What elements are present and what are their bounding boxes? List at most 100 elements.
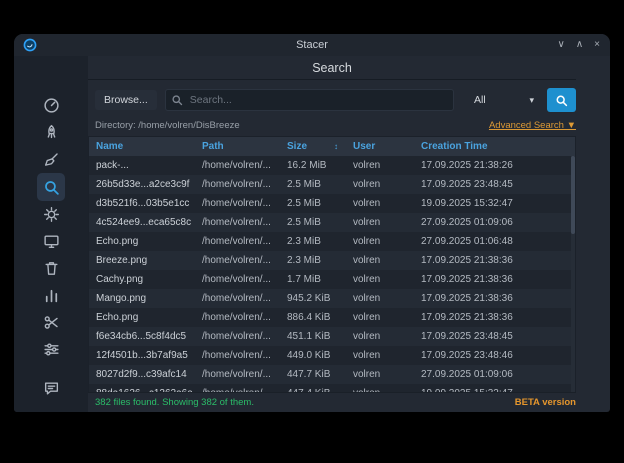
advanced-search-link[interactable]: Advanced Search ▼ — [489, 120, 576, 131]
cell-path: /home/volren/... — [195, 179, 280, 190]
cell-user: volren — [346, 236, 414, 247]
cell-creation-time: 17.09.2025 21:38:36 — [414, 255, 575, 266]
sliders-icon — [43, 341, 60, 358]
table-row[interactable]: Echo.png /home/volren/... 2.3 MiB volren… — [89, 232, 575, 251]
content-area: Search Browse... All ▾ — [88, 56, 610, 412]
search-input-icon — [171, 94, 183, 106]
table-row[interactable]: Echo.png /home/volren/... 886.4 KiB volr… — [89, 308, 575, 327]
cell-name: 88da1626...c1262a6a — [89, 388, 195, 392]
column-header-user[interactable]: User — [346, 141, 414, 152]
maximize-button[interactable]: ∧ — [576, 34, 583, 56]
window-title: Stacer — [14, 39, 610, 51]
cell-creation-time: 17.09.2025 21:38:36 — [414, 293, 575, 304]
table-header: Name Path Size ↕ User Creation Time — [89, 137, 575, 156]
search-input[interactable] — [165, 89, 454, 111]
table-row[interactable]: Cachy.png /home/volren/... 1.7 MiB volre… — [89, 270, 575, 289]
sidebar-item-helpers[interactable] — [37, 309, 65, 336]
table-row[interactable]: 8027d2f9...c39afc14 /home/volren/... 447… — [89, 365, 575, 384]
table-row[interactable]: d3b521f6...03b5e1cc /home/volren/... 2.5… — [89, 194, 575, 213]
cell-creation-time: 27.09.2025 01:09:06 — [414, 369, 575, 380]
search-submit-button[interactable] — [547, 88, 576, 112]
sidebar-item-search[interactable] — [37, 173, 65, 201]
rocket-icon — [43, 124, 60, 141]
sidebar-item-settings[interactable] — [37, 336, 65, 363]
cell-size: 2.5 MiB — [280, 217, 346, 228]
beta-version-label: BETA version — [515, 397, 576, 408]
cell-size: 16.2 MiB — [280, 160, 346, 171]
app-logo-icon — [23, 38, 37, 52]
meta-row: Directory: /home/volren/DisBreeze Advanc… — [88, 118, 576, 132]
cell-user: volren — [346, 255, 414, 266]
cell-path: /home/volren/... — [195, 293, 280, 304]
column-header-name[interactable]: Name — [89, 141, 195, 152]
cell-creation-time: 17.09.2025 23:48:45 — [414, 331, 575, 342]
cell-size: 447.4 KiB — [280, 388, 346, 392]
cell-user: volren — [346, 293, 414, 304]
minimize-button[interactable]: ∨ — [558, 34, 565, 56]
cell-name: f6e34cb6...5c8f4dc5 — [89, 331, 195, 342]
cell-creation-time: 17.09.2025 21:38:36 — [414, 274, 575, 285]
cell-creation-time: 17.09.2025 23:48:46 — [414, 350, 575, 361]
table-row[interactable]: 4c524ee9...eca65c8c /home/volren/... 2.5… — [89, 213, 575, 232]
column-header-size[interactable]: Size ↕ — [280, 141, 346, 152]
column-header-path[interactable]: Path — [195, 141, 280, 152]
table-row[interactable]: Breeze.png /home/volren/... 2.3 MiB volr… — [89, 251, 575, 270]
sidebar-item-feedback[interactable] — [37, 375, 65, 402]
cell-size: 2.3 MiB — [280, 236, 346, 247]
table-row[interactable]: 12f4501b...3b7af9a5 /home/volren/... 449… — [89, 346, 575, 365]
column-header-creation-time[interactable]: Creation Time — [414, 141, 575, 152]
cell-creation-time: 27.09.2025 01:06:48 — [414, 236, 575, 247]
title-bar[interactable]: Stacer ∨ ∧ × — [14, 34, 610, 56]
sidebar-item-startup-apps[interactable] — [37, 119, 65, 146]
table-row[interactable]: 88da1626...c1262a6a /home/volren/... 447… — [89, 384, 575, 392]
filter-dropdown[interactable]: All ▾ — [462, 89, 542, 111]
status-bar: 382 files found. Showing 382 of them. BE… — [88, 392, 576, 412]
cell-path: /home/volren/... — [195, 255, 280, 266]
cell-size: 447.7 KiB — [280, 369, 346, 380]
sort-icon[interactable]: ↕ — [334, 142, 338, 151]
sidebar-item-system-cleaner[interactable] — [37, 146, 65, 173]
gear-icon — [43, 206, 60, 223]
browse-button[interactable]: Browse... — [95, 90, 157, 110]
cell-path: /home/volren/... — [195, 160, 280, 171]
page-header: Search — [88, 56, 576, 80]
processes-icon — [43, 233, 60, 250]
cell-user: volren — [346, 274, 414, 285]
sidebar-item-services[interactable] — [37, 201, 65, 228]
cell-path: /home/volren/... — [195, 369, 280, 380]
cell-name: pack-... — [89, 160, 195, 171]
cell-name: d3b521f6...03b5e1cc — [89, 198, 195, 209]
filter-value: All — [474, 94, 486, 106]
cell-user: volren — [346, 331, 414, 342]
table-row[interactable]: Mango.png /home/volren/... 945.2 KiB vol… — [89, 289, 575, 308]
search-icon — [43, 179, 60, 196]
bar-chart-icon — [43, 287, 60, 304]
cell-size: 2.5 MiB — [280, 179, 346, 190]
cell-creation-time: 17.09.2025 21:38:26 — [414, 160, 575, 171]
cell-user: volren — [346, 312, 414, 323]
table-body: pack-... /home/volren/... 16.2 MiB volre… — [89, 156, 575, 392]
cell-path: /home/volren/... — [195, 198, 280, 209]
chat-bubble-icon — [43, 380, 60, 397]
sidebar-item-uninstaller[interactable] — [37, 255, 65, 282]
directory-label: Directory: /home/volren/DisBreeze — [95, 120, 240, 131]
cell-creation-time: 27.09.2025 01:09:06 — [414, 217, 575, 228]
sidebar-item-processes[interactable] — [37, 228, 65, 255]
cell-size: 1.7 MiB — [280, 274, 346, 285]
sidebar-item-dashboard[interactable] — [37, 92, 65, 119]
close-button[interactable]: × — [594, 34, 600, 56]
table-row[interactable]: 26b5d33e...a2ce3c9f /home/volren/... 2.5… — [89, 175, 575, 194]
table-row[interactable]: f6e34cb6...5c8f4dc5 /home/volren/... 451… — [89, 327, 575, 346]
files-found-status: 382 files found. Showing 382 of them. — [95, 397, 254, 408]
cell-size: 945.2 KiB — [280, 293, 346, 304]
cell-name: 4c524ee9...eca65c8c — [89, 217, 195, 228]
sidebar-item-resources[interactable] — [37, 282, 65, 309]
scrollbar-thumb[interactable] — [571, 156, 575, 234]
table-scrollbar[interactable] — [571, 156, 575, 392]
search-button-icon — [555, 94, 568, 107]
cell-name: Mango.png — [89, 293, 195, 304]
table-row[interactable]: pack-... /home/volren/... 16.2 MiB volre… — [89, 156, 575, 175]
stacer-window: Stacer ∨ ∧ × — [14, 34, 610, 412]
cell-size: 2.3 MiB — [280, 255, 346, 266]
cell-user: volren — [346, 179, 414, 190]
